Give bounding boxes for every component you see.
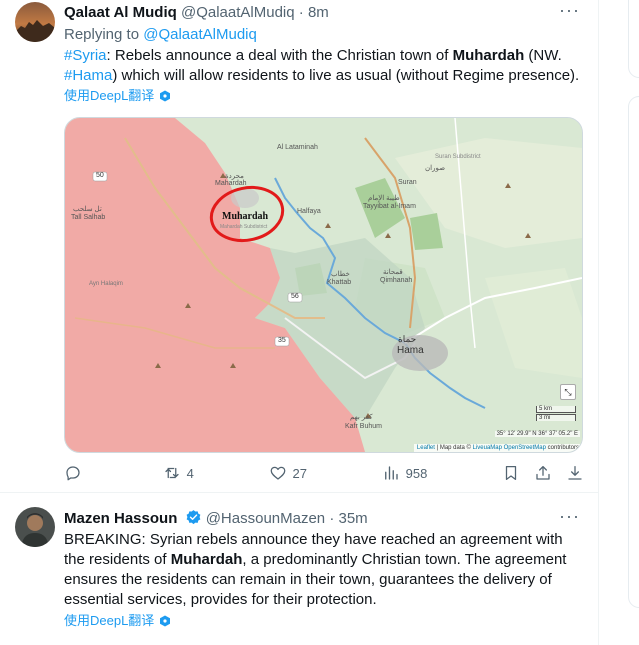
label-suran-subdistrict: Suran Subdistrict xyxy=(435,154,481,160)
replying-to-handle[interactable]: @QalaatAlMudiq xyxy=(143,26,257,43)
tweet-actions: 4 27 958 xyxy=(64,462,584,484)
heart-icon xyxy=(270,466,285,480)
label-hama-ar: حماة xyxy=(398,334,417,344)
replying-to: Replying to @QalaatAlMudiq xyxy=(64,26,257,43)
reply-icon xyxy=(66,466,80,481)
like-count: 27 xyxy=(292,465,307,481)
bookmark-button[interactable] xyxy=(502,464,520,482)
sidebar-card xyxy=(628,96,639,608)
tweet-qalaat[interactable]: Qalaat Al Mudiq @QalaatAlMudiq · 8m ··· … xyxy=(0,0,598,492)
road-35-label: 35 xyxy=(278,337,286,344)
hashtag-syria[interactable]: #Syria xyxy=(64,47,107,64)
more-options-button[interactable]: ··· xyxy=(559,0,580,21)
map-scale: 5 km 3 mi xyxy=(536,406,576,421)
display-name[interactable]: Qalaat Al Mudiq xyxy=(64,4,177,21)
translate-link[interactable]: 使用DeepL翻译 xyxy=(64,88,171,104)
fullscreen-button[interactable]: ⤡ xyxy=(560,384,576,400)
label-al-lataminah: Al Lataminah xyxy=(277,144,318,151)
tweet-mazen[interactable]: Mazen Hassoun @HassounMazen · 35m ··· BR… xyxy=(0,493,598,645)
retweet-button[interactable]: 4 xyxy=(163,464,194,482)
right-sidebar xyxy=(628,0,639,645)
timestamp[interactable]: 8m xyxy=(308,4,329,21)
map-labels: Al Lataminah صوران Suran Subdistrict Sur… xyxy=(65,118,582,452)
map-attribution: Leaflet | Map data © LiveuaMap OpenStree… xyxy=(413,444,582,452)
label-tall-salhab: Tall Salhab xyxy=(71,214,106,221)
retweet-icon xyxy=(165,467,179,479)
label-tayyibat: Tayyibat al-Imam xyxy=(363,203,416,210)
label-suran: Suran xyxy=(398,179,417,186)
leaflet-link[interactable]: Leaflet xyxy=(417,445,435,451)
avatar[interactable] xyxy=(15,507,55,547)
deepl-icon xyxy=(160,90,171,102)
download-button[interactable] xyxy=(566,464,584,482)
label-qimhanah: Qimhanah xyxy=(380,277,413,284)
avatar[interactable] xyxy=(15,2,55,42)
like-button[interactable]: 27 xyxy=(269,464,307,482)
handle[interactable]: @HassounMazen xyxy=(206,510,325,527)
hashtag-hama[interactable]: #Hama xyxy=(64,67,112,84)
download-icon xyxy=(568,465,582,480)
timestamp[interactable]: 35m xyxy=(339,510,368,527)
bookmark-icon xyxy=(505,465,517,481)
road-56-label: 56 xyxy=(291,293,299,300)
label-tall-salhab-ar: تل سلحب xyxy=(73,206,102,213)
label-hama: Hama xyxy=(397,345,424,356)
verified-badge-icon xyxy=(186,510,200,525)
tweet-text: BREAKING: Syrian rebels announce they ha… xyxy=(64,531,567,608)
display-name[interactable]: Mazen Hassoun xyxy=(64,510,177,527)
label-muhardah: Muhardah xyxy=(222,211,269,222)
coords-readout: 35° 12' 29.9" N 36° 37' 05.2" E xyxy=(494,431,580,437)
label-mahardah: Mahardah xyxy=(215,180,247,187)
label-mahardah-subdistrict: Mahardah Subdistrict xyxy=(220,224,268,230)
translate-link[interactable]: 使用DeepL翻译 xyxy=(64,613,171,629)
share-button[interactable] xyxy=(534,464,552,482)
map-image[interactable]: Al Lataminah صوران Suran Subdistrict Sur… xyxy=(64,117,583,453)
liveuamap-link[interactable]: LiveuaMap xyxy=(473,445,502,451)
views-button[interactable]: 958 xyxy=(382,464,428,482)
tweet-text: #Syria: Rebels announce a deal with the … xyxy=(64,47,580,84)
handle[interactable]: @QalaatAlMudiq xyxy=(181,4,295,21)
retweet-count: 4 xyxy=(186,465,194,481)
label-mahardah-ar: محردة xyxy=(225,173,244,180)
label-khattab: Khattab xyxy=(327,279,352,286)
view-count: 958 xyxy=(405,465,428,481)
tweet-header: Qalaat Al Mudiq @QalaatAlMudiq · 8m xyxy=(64,4,329,21)
label-qimhanah-ar: قمحانة xyxy=(383,269,403,276)
osm-link[interactable]: OpenStreetMap xyxy=(504,445,546,451)
tweet-header: Mazen Hassoun @HassounMazen · 35m xyxy=(64,510,368,527)
label-halfaya: Halfaya xyxy=(297,208,321,215)
label-tayyibat-ar: طيبة الإمام xyxy=(368,195,400,202)
more-options-button[interactable]: ··· xyxy=(559,506,580,527)
label-suran-ar: صوران xyxy=(425,165,446,172)
views-icon xyxy=(384,466,398,480)
label-khattab-ar: خطاب xyxy=(331,271,350,278)
road-50-label: 50 xyxy=(96,172,104,179)
reply-button[interactable] xyxy=(64,464,88,482)
sidebar-card xyxy=(628,0,639,78)
timeline: Qalaat Al Mudiq @QalaatAlMudiq · 8m ··· … xyxy=(0,0,599,645)
label-ayn-halaqim: Ayn Halaqim xyxy=(89,281,123,287)
label-kafr-buhum-ar: كفر بهم xyxy=(350,414,373,421)
share-icon xyxy=(536,465,550,480)
deepl-icon xyxy=(160,615,171,627)
label-kafr-buhum: Kafr Buhum xyxy=(345,423,382,430)
